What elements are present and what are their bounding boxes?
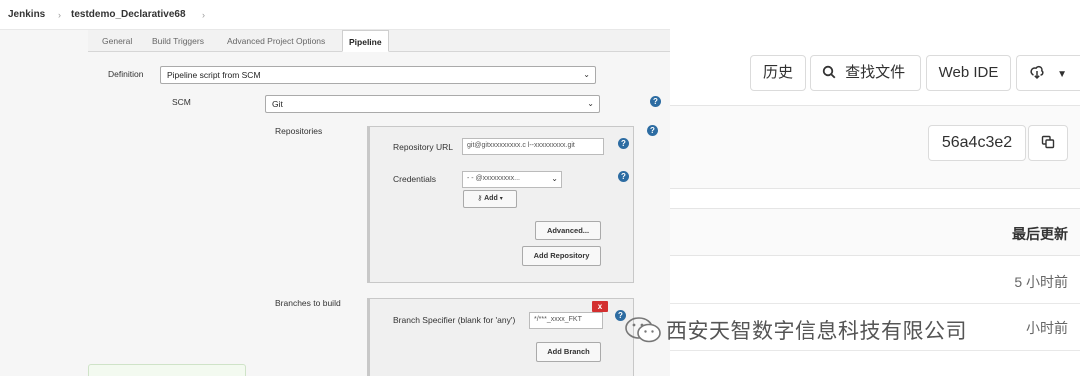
repo-url-input[interactable]: git@gitxxxxxxxxx.c l--xxxxxxxxx.git: [462, 138, 604, 155]
row-divider: [670, 303, 1080, 304]
config-tabs: General Build Triggers Advanced Project …: [88, 30, 670, 52]
file-row-time: 小时前: [1026, 320, 1068, 336]
jenkins-config-screenshot: Jenkins › testdemo_Declarative68 › Gener…: [0, 0, 670, 376]
branch-specifier-input[interactable]: */***_xxxx_FKT: [529, 312, 603, 329]
find-file-button[interactable]: 查找文件: [810, 55, 921, 91]
breadcrumb-job[interactable]: testdemo_Declarative68: [71, 9, 186, 20]
caret-down-icon: ▾: [499, 196, 503, 202]
repositories-label: Repositories: [275, 126, 323, 136]
definition-value: Pipeline script from SCM: [167, 70, 261, 80]
tab-build-triggers[interactable]: Build Triggers: [152, 30, 204, 52]
chevron-down-icon: ⌄: [551, 174, 558, 183]
scm-value: Git: [272, 99, 283, 109]
file-table-header: 最后更新: [670, 208, 1080, 256]
tab-general[interactable]: General: [102, 30, 132, 52]
credentials-select[interactable]: - - @xxxxxxxxx... ⌄: [462, 171, 562, 188]
breadcrumb-root[interactable]: Jenkins: [8, 9, 45, 20]
caret-down-icon: ▼: [1057, 69, 1068, 80]
repositories-panel: Repository URL git@gitxxxxxxxxx.c l--xxx…: [367, 126, 634, 283]
credentials-label: Credentials: [393, 174, 436, 184]
add-credentials-button[interactable]: ⚷ Add ▾: [463, 190, 517, 208]
breadcrumb: Jenkins › testdemo_Declarative68 ›: [0, 0, 670, 30]
chevron-down-icon: ⌄: [583, 70, 590, 79]
watermark: 西安天智数字信息科技有限公司: [622, 312, 967, 348]
add-branch-button[interactable]: Add Branch: [536, 342, 601, 362]
tab-pipeline[interactable]: Pipeline: [342, 30, 389, 52]
commit-sha[interactable]: 56a4c3e2: [928, 125, 1026, 161]
help-icon[interactable]: ?: [647, 125, 658, 136]
history-button[interactable]: 历史: [750, 55, 806, 91]
find-file-label: 查找文件: [845, 64, 906, 81]
download-icon: [1030, 65, 1044, 80]
last-update-header: 最后更新: [1012, 226, 1068, 242]
scm-label: SCM: [172, 97, 191, 107]
advanced-button[interactable]: Advanced...: [535, 221, 601, 240]
help-icon[interactable]: ?: [650, 96, 661, 107]
watermark-text: 西安天智数字信息科技有限公司: [666, 320, 967, 343]
add-label: Add: [484, 195, 498, 202]
breadcrumb-separator: ›: [202, 10, 205, 20]
definition-select[interactable]: Pipeline script from SCM ⌄: [160, 66, 596, 84]
row-divider: [670, 350, 1080, 351]
commit-info-band: 56a4c3e2: [670, 105, 1080, 189]
branches-label: Branches to build: [275, 298, 341, 308]
file-row-time: 5 小时前: [1014, 274, 1068, 290]
tab-advanced-project-options[interactable]: Advanced Project Options: [227, 30, 325, 52]
breadcrumb-separator: ›: [58, 10, 61, 20]
help-icon[interactable]: ?: [618, 171, 629, 182]
add-repository-button[interactable]: Add Repository: [522, 246, 601, 266]
chevron-down-icon: ⌄: [587, 99, 594, 108]
definition-label: Definition: [108, 69, 144, 79]
help-icon[interactable]: ?: [618, 138, 629, 149]
branches-panel: x Branch Specifier (blank for 'any') */*…: [367, 298, 634, 376]
wechat-icon: [625, 317, 661, 343]
branch-specifier-label: Branch Specifier (blank for 'any'): [393, 315, 516, 325]
credentials-value: - - @xxxxxxxxx...: [467, 175, 520, 182]
search-icon: [822, 65, 836, 79]
copy-icon: [1041, 135, 1055, 149]
copy-sha-button[interactable]: [1028, 125, 1068, 161]
scm-select[interactable]: Git ⌄: [265, 95, 600, 113]
web-ide-button[interactable]: Web IDE: [926, 55, 1011, 91]
status-box: [88, 364, 246, 376]
key-icon: ⚷: [477, 195, 483, 202]
download-dropdown[interactable]: ▼: [1016, 55, 1080, 91]
delete-branch-button[interactable]: x: [592, 301, 608, 312]
repo-url-label: Repository URL: [393, 142, 453, 152]
